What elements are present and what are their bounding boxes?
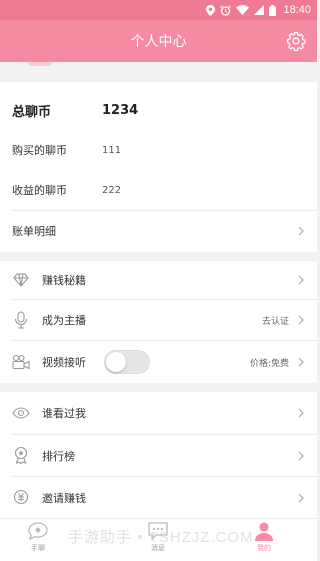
tab-label: 手聊 bbox=[31, 544, 45, 552]
chevron-right-icon bbox=[298, 275, 304, 285]
total-coins-value: 1234 bbox=[102, 102, 139, 118]
menu-item-leaderboard[interactable]: 排行榜 bbox=[0, 435, 317, 476]
total-coins-row: 总聊币 1234 bbox=[0, 90, 317, 130]
alarm-icon bbox=[220, 4, 232, 16]
chevron-right-icon bbox=[298, 226, 304, 236]
video-answer-toggle[interactable] bbox=[104, 350, 150, 374]
menu-card-2: 谁看过我 排行榜 邀请赚钱 bbox=[0, 392, 317, 518]
chevron-right-icon bbox=[298, 451, 304, 460]
profile-strip bbox=[0, 62, 317, 76]
trophy-icon bbox=[12, 446, 30, 464]
menu-item-become-host[interactable]: 成为主播 去认证 bbox=[0, 300, 317, 340]
wifi-icon bbox=[236, 5, 250, 15]
menu-item-who-viewed-me[interactable]: 谁看过我 bbox=[0, 392, 317, 434]
settings-button[interactable] bbox=[285, 30, 307, 52]
status-time: 18:40 bbox=[283, 4, 311, 16]
header-bar: 个人中心 bbox=[0, 20, 317, 62]
status-bar: 18:40 bbox=[0, 0, 317, 20]
menu-item-earn-tips[interactable]: 赚钱秘籍 bbox=[0, 261, 317, 299]
chevron-right-icon bbox=[298, 408, 304, 418]
tab-chat[interactable]: 手聊 bbox=[8, 521, 68, 559]
diamond-icon bbox=[12, 271, 30, 289]
chat-bubble-icon bbox=[28, 522, 48, 541]
chevron-right-icon bbox=[298, 315, 304, 325]
coins-card: 总聊币 1234 购买的聊币 111 收益的聊币 222 账单明细 bbox=[0, 82, 317, 252]
menu-item-label: 谁看过我 bbox=[42, 407, 86, 420]
gear-icon bbox=[287, 32, 306, 51]
chevron-right-icon bbox=[298, 357, 304, 367]
earned-coins-label: 收益的聊币 bbox=[12, 184, 67, 197]
purchased-coins-row: 购买的聊币 111 bbox=[0, 130, 317, 170]
tab-label: 我的 bbox=[257, 544, 271, 552]
avatar-edge bbox=[28, 62, 52, 66]
statement-label: 账单明细 bbox=[12, 225, 56, 238]
menu-card-1: 赚钱秘籍 成为主播 去认证 视频接听 价格:免费 bbox=[0, 261, 317, 383]
signal-icon bbox=[254, 5, 265, 15]
purchased-coins-value: 111 bbox=[102, 144, 122, 156]
menu-item-label: 视频接听 bbox=[42, 356, 86, 369]
battery-icon bbox=[269, 4, 277, 16]
location-icon bbox=[206, 4, 216, 16]
statement-row[interactable]: 账单明细 bbox=[0, 211, 317, 251]
coin-icon bbox=[12, 488, 30, 506]
earned-coins-row: 收益的聊币 222 bbox=[0, 170, 317, 210]
menu-item-label: 排行榜 bbox=[42, 449, 75, 463]
chevron-right-icon bbox=[298, 493, 304, 502]
total-coins-label: 总聊币 bbox=[12, 104, 52, 120]
price-note: 价格:免费 bbox=[249, 358, 289, 369]
menu-item-invite-earn[interactable]: 邀请赚钱 bbox=[0, 477, 317, 518]
eye-icon bbox=[12, 404, 30, 422]
menu-item-label: 赚钱秘籍 bbox=[42, 274, 86, 287]
menu-item-video-answer[interactable]: 视频接听 价格:免费 bbox=[0, 341, 317, 383]
menu-item-label: 成为主播 bbox=[42, 314, 86, 327]
earned-coins-value: 222 bbox=[102, 184, 122, 196]
page-title: 个人中心 bbox=[130, 34, 187, 50]
watermark: 手游助手 • TSHZJZ.COM bbox=[68, 529, 254, 546]
purchased-coins-label: 购买的聊币 bbox=[12, 144, 67, 157]
toggle-knob bbox=[106, 352, 126, 372]
video-camera-icon bbox=[12, 353, 30, 371]
microphone-icon bbox=[12, 311, 30, 329]
person-icon bbox=[255, 522, 273, 541]
menu-item-label: 邀请赚钱 bbox=[42, 491, 86, 505]
verify-note: 去认证 bbox=[261, 316, 289, 327]
